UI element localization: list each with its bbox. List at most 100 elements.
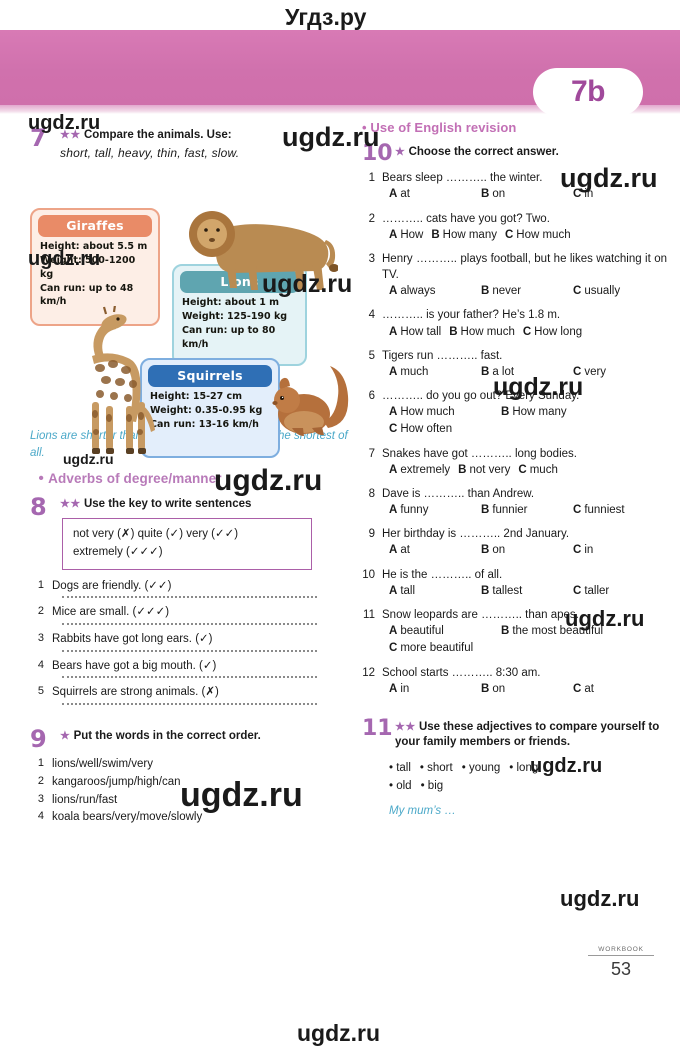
question-row: 3 Henry ……….. plays football, but he like… (362, 251, 667, 283)
question-row: 11 Snow leopards are ……….. than apes. (362, 607, 667, 623)
option-group: Abeautiful Bthe most beautiful Cmore beaut… (362, 623, 667, 658)
option-letter: C (573, 504, 582, 517)
exercise-8-instruction: ★★ Use the key to write sentences (30, 497, 355, 512)
option-choice[interactable]: A How tall (389, 324, 441, 341)
option-letter: B (481, 504, 490, 517)
difficulty-stars-icon: ★★ (60, 497, 81, 510)
option-choice[interactable]: Cusually (573, 283, 657, 300)
question-text: Dave is ……….. than Andrew. (382, 488, 535, 501)
list-item: 3 lions/run/fast (30, 792, 355, 809)
option-choice[interactable]: Ba lot (481, 364, 565, 381)
option-choice[interactable]: B How much (449, 324, 515, 341)
question-number: 10 (362, 568, 375, 581)
question-item: 5 Tigers run ……….. fast. Amuch Ba lot Cvery (362, 348, 667, 381)
question-item: 7 Snakes have got ……….. long bodies. Aextr… (362, 446, 667, 479)
question-row: 8 Dave is ……….. than Andrew. (362, 486, 667, 502)
option-choice[interactable]: Afunny (389, 502, 473, 519)
option-choice[interactable]: Bnever (481, 283, 565, 300)
difficulty-stars-icon: ★ (395, 146, 406, 158)
option-letter: A (389, 584, 398, 597)
option-choice[interactable]: Bthe most beautiful (501, 623, 605, 640)
adjective-row: • old • big (389, 777, 667, 795)
option-letter: B (431, 228, 440, 241)
question-text: Her birthday is ……….. 2nd January. (382, 528, 570, 541)
option-choice[interactable]: Bnot very (458, 462, 510, 479)
option-choice[interactable]: Bon (481, 542, 565, 559)
option-letter: B (481, 584, 490, 597)
option-choice[interactable]: C How much (505, 227, 571, 244)
item-text: Dogs are friendly. (✓✓) (52, 579, 172, 592)
option-choice[interactable]: Amuch (389, 364, 473, 381)
exercise-11-instruction: ★★ Use these adjectives to compare yours… (362, 720, 667, 751)
option-letter: C (504, 228, 514, 241)
option-choice[interactable]: Cvery (573, 364, 657, 381)
option-letter: B (501, 625, 510, 638)
question-item: 11 Snow leopards are ……….. than apes. Abea… (362, 607, 667, 658)
option-choice[interactable]: B How many (431, 227, 497, 244)
option-letter: C (573, 188, 582, 201)
left-column: 7 ★★ Compare the animals. Use: short, ta… (30, 124, 355, 827)
option-letter: A (389, 325, 398, 338)
option-choice[interactable]: Bon (481, 186, 565, 203)
item-text: koala bears/very/move/slowly (52, 811, 203, 824)
question-item: 3 Henry ……….. plays football, but he like… (362, 251, 667, 300)
option-choice[interactable]: Btallest (481, 583, 565, 600)
animal-fact-height: Height: about 5.5 m (40, 241, 148, 253)
question-row: 6 ……….. do you go out? Every Sunday. (362, 388, 667, 404)
option-choice[interactable]: B How many (501, 404, 605, 421)
option-letter: A (389, 504, 398, 517)
option-choice[interactable]: Cmuch (518, 462, 557, 479)
option-choice[interactable]: Aextremely (389, 462, 450, 479)
option-group: Ain Bon Cat (362, 681, 667, 698)
option-choice[interactable]: Atall (389, 583, 473, 600)
item-text: lions/run/fast (52, 793, 118, 806)
section-heading-label: Adverbs of degree/manner (48, 470, 222, 486)
list-item: 4 koala bears/very/move/slowly (30, 809, 355, 826)
exercise-8-instruction-text: Use the key to write sentences (83, 497, 252, 510)
option-letter: A (389, 188, 398, 201)
option-choice[interactable]: Cin (573, 186, 657, 203)
option-choice[interactable]: Aat (389, 542, 473, 559)
option-letter: A (389, 228, 398, 241)
option-choice[interactable]: A How much (389, 404, 493, 421)
answer-write-line[interactable] (62, 623, 317, 626)
option-letter: C (389, 423, 398, 436)
option-letter: A (389, 625, 398, 638)
question-text: Snakes have got ……….. long bodies. (382, 447, 577, 460)
exercise-8-key-box: not very (✗) quite (✓) very (✓✓) extreme… (62, 517, 312, 570)
option-choice[interactable]: Aat (389, 186, 473, 203)
option-choice[interactable]: Abeautiful (389, 623, 493, 640)
answer-write-line[interactable] (62, 703, 317, 706)
option-choice[interactable]: Cmore beautiful (389, 640, 473, 657)
option-letter: B (481, 365, 490, 378)
adjective-item: • tall (389, 761, 411, 774)
question-number: 3 (368, 252, 375, 265)
animal-card-facts: Height: about 5.5 m Weight: 500-1200 kg … (32, 240, 158, 315)
exercise-11: 11 ★★ Use these adjectives to compare yo… (362, 716, 667, 751)
option-choice[interactable]: Aalways (389, 283, 473, 300)
option-choice[interactable]: Cin (573, 542, 657, 559)
exercise-10-instruction: ★ Choose the correct answer. (362, 145, 667, 160)
answer-write-line[interactable] (62, 649, 317, 652)
option-choice[interactable]: A How (389, 227, 423, 244)
answer-write-line[interactable] (62, 596, 317, 599)
question-number: 12 (362, 666, 375, 679)
option-choice[interactable]: Ain (389, 681, 473, 698)
item-text: kangaroos/jump/high/can (52, 776, 181, 788)
option-letter: C (389, 642, 398, 655)
option-choice[interactable]: Bon (481, 681, 565, 698)
option-choice[interactable]: Cfunniest (573, 502, 657, 519)
option-choice[interactable]: Ctaller (573, 583, 657, 600)
option-choice[interactable]: Bfunnier (481, 502, 565, 519)
list-item: 4 Bears have got a big mouth. (✓) (30, 658, 355, 675)
option-choice[interactable]: C How often (389, 421, 452, 438)
adjective-item: • old (389, 779, 412, 792)
answer-write-line[interactable] (62, 676, 317, 679)
option-letter: A (389, 406, 398, 419)
question-item: 4 ……….. is your father? He’s 1.8 m. A How t… (362, 307, 667, 340)
page-footer: WORKBOOK 53 (588, 946, 654, 980)
option-choice[interactable]: Cat (573, 681, 657, 698)
option-choice[interactable]: C How long (523, 324, 582, 341)
exercise-7-instruction: ★★ Compare the animals. Use: (30, 128, 355, 143)
exercise-7: 7 ★★ Compare the animals. Use: short, ta… (30, 124, 355, 160)
